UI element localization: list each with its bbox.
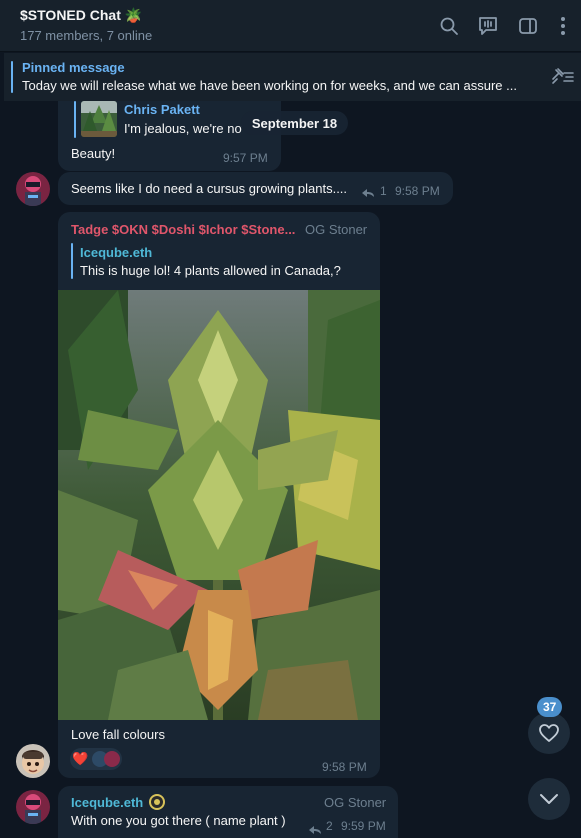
reply-text: I'm jealous, we're not	[124, 121, 242, 136]
avatar[interactable]	[16, 790, 50, 824]
sender-name[interactable]: Iceqube.eth	[71, 795, 143, 810]
message-text: Seems like I do need a cursus growing pl…	[71, 181, 348, 196]
message-text: Love fall colours	[71, 727, 165, 742]
member-count: 177 members, 7 online	[20, 28, 153, 43]
message-time: 9:57 PM	[223, 151, 268, 165]
message-text: With one you got there ( name plant )	[71, 813, 286, 828]
sidebar-toggle-icon[interactable]	[516, 14, 540, 38]
message-time: 9:58 PM	[322, 760, 367, 774]
more-vertical-icon[interactable]	[551, 14, 575, 38]
pinned-indicator	[11, 61, 13, 93]
chevron-down-icon	[540, 794, 558, 804]
heart-icon	[539, 724, 559, 742]
emoji-status-icon	[149, 794, 165, 810]
sender-rank: OG Stoner	[324, 795, 387, 810]
scroll-down-button[interactable]	[528, 778, 570, 820]
search-icon[interactable]	[437, 14, 461, 38]
chat-title[interactable]: $STONED Chat 🪴	[20, 7, 142, 24]
reactions-count-badge[interactable]: 37	[537, 697, 563, 717]
reply-count[interactable]: 2	[326, 819, 333, 833]
live-chat-icon[interactable]	[476, 14, 500, 38]
avatar[interactable]	[16, 744, 50, 778]
reply-sender: Iceqube.eth	[80, 245, 153, 260]
reactions-button[interactable]	[528, 712, 570, 754]
reply-arrow-icon	[308, 822, 322, 834]
heart-reaction-icon: ❤️	[72, 751, 89, 766]
message-time: 9:59 PM	[341, 819, 386, 833]
avatar[interactable]	[16, 172, 50, 206]
pinned-label: Pinned message	[22, 60, 125, 75]
reply-indicator	[74, 101, 76, 138]
reply-text: This is huge lol! 4 plants allowed in Ca…	[80, 263, 341, 278]
cannabis-plant-photo[interactable]	[58, 290, 380, 720]
message-bubble[interactable]: Seems like I do need a cursus growing pl…	[58, 172, 453, 205]
message-bubble[interactable]: Iceqube.eth OG Stoner With one you got t…	[58, 786, 398, 838]
reply-thumbnail	[81, 101, 117, 137]
pinned-text: Today we will release what we have been …	[22, 78, 517, 93]
reply-sender: Chris Pakett	[124, 102, 200, 117]
sender-rank: OG Stoner	[305, 222, 368, 237]
pinned-message[interactable]: Pinned message Today we will release wha…	[4, 53, 581, 101]
reply-arrow-icon	[361, 185, 375, 197]
date-divider: September 18	[241, 111, 348, 135]
reply-indicator	[71, 243, 73, 279]
reaction-chip[interactable]: ❤️	[70, 748, 122, 770]
sender-name[interactable]: Tadge $OKN $Doshi $Ichor $Stone...	[71, 222, 295, 237]
unpin-list-icon[interactable]	[549, 65, 575, 87]
message-time: 9:58 PM	[395, 184, 440, 198]
reactor-avatar	[103, 751, 120, 767]
message-text: Beauty!	[71, 146, 116, 161]
reply-count[interactable]: 1	[380, 184, 387, 198]
chat-header: $STONED Chat 🪴 177 members, 7 online	[0, 0, 581, 52]
